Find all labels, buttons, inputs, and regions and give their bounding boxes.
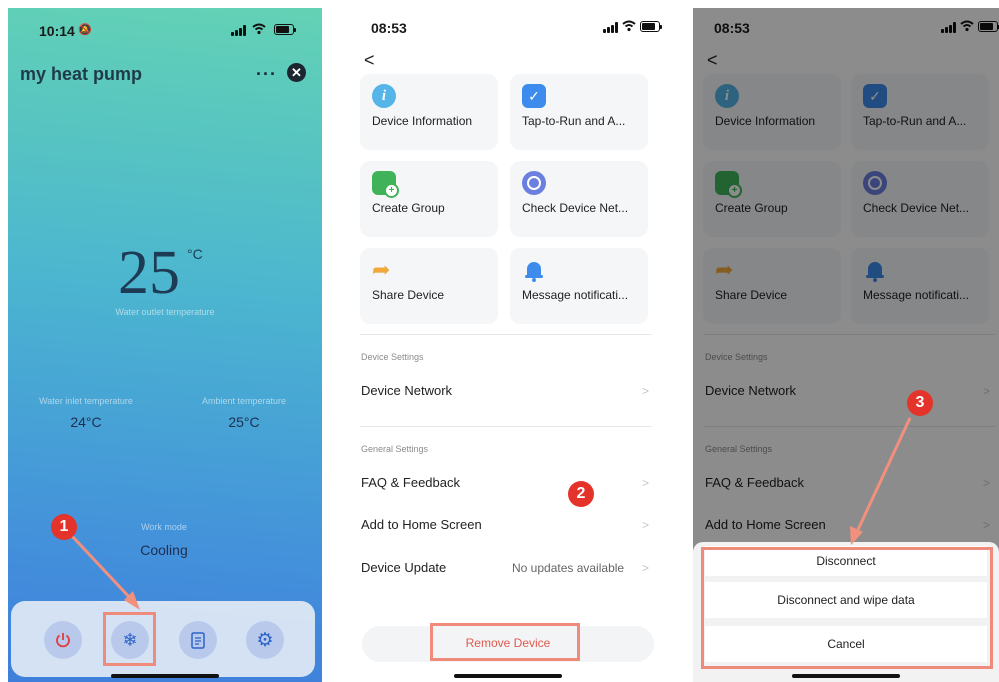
home-indicator xyxy=(454,674,562,678)
checkmark-icon: ✓ xyxy=(522,84,546,108)
card-label: Tap-to-Run and A... xyxy=(522,114,626,128)
update-status: No updates available xyxy=(512,561,625,575)
chevron-right-icon: > xyxy=(642,476,650,490)
card-label: Create Group xyxy=(372,201,445,215)
disconnect-sheet-screen: 08:53 < i Device Information ✓ Tap-to-Ru… xyxy=(693,8,999,682)
info-icon: i xyxy=(372,84,396,108)
card-share-device[interactable]: ➦ Share Device xyxy=(360,248,498,324)
chevron-right-icon: > xyxy=(642,561,650,575)
card-label: Device Information xyxy=(372,114,473,128)
step-marker-3: 3 xyxy=(907,390,933,416)
step-marker-2: 2 xyxy=(568,481,594,507)
device-network-item[interactable]: Device Network xyxy=(361,383,452,398)
chevron-right-icon: > xyxy=(642,518,650,532)
chevron-right-icon: > xyxy=(642,384,650,398)
highlight-remove-device xyxy=(430,623,580,661)
network-icon xyxy=(522,171,546,195)
divider xyxy=(360,334,652,335)
add-to-home-screen-item[interactable]: Add to Home Screen xyxy=(361,517,482,532)
card-message-notification[interactable]: Message notificati... xyxy=(510,248,648,324)
divider xyxy=(360,426,652,427)
device-update-item[interactable]: Device Update xyxy=(361,560,446,575)
step-marker-1: 1 xyxy=(51,514,77,540)
share-arrow-icon: ➦ xyxy=(372,257,391,282)
group-add-icon: + xyxy=(372,171,399,198)
back-button[interactable]: < xyxy=(364,50,375,71)
card-label: Check Device Net... xyxy=(522,201,629,215)
card-label: Share Device xyxy=(372,288,445,302)
signal-icon xyxy=(603,22,618,33)
device-settings-header: Device Settings xyxy=(361,352,424,362)
battery-icon xyxy=(640,21,662,32)
card-tap-to-run[interactable]: ✓ Tap-to-Run and A... xyxy=(510,74,648,150)
highlight-action-sheet xyxy=(701,547,993,669)
card-create-group[interactable]: + Create Group xyxy=(360,161,498,237)
status-time: 08:53 xyxy=(371,20,407,36)
card-device-information[interactable]: i Device Information xyxy=(360,74,498,150)
home-indicator xyxy=(792,674,900,678)
bell-icon xyxy=(522,258,546,282)
device-settings-screen: 08:53 < i Device Information ✓ Tap-to-Ru… xyxy=(350,8,666,682)
wifi-icon xyxy=(622,20,636,32)
general-settings-header: General Settings xyxy=(361,444,429,454)
card-check-network[interactable]: Check Device Net... xyxy=(510,161,648,237)
faq-feedback-item[interactable]: FAQ & Feedback xyxy=(361,475,460,490)
card-label: Message notificati... xyxy=(522,288,629,302)
